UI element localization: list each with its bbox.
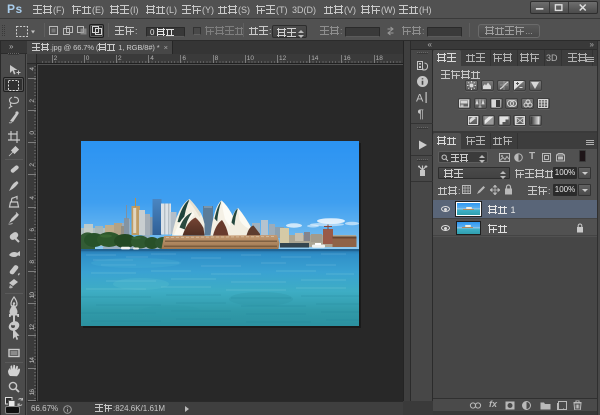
- svg-text:A: A: [416, 93, 424, 105]
- svg-text:¶: ¶: [418, 107, 424, 120]
